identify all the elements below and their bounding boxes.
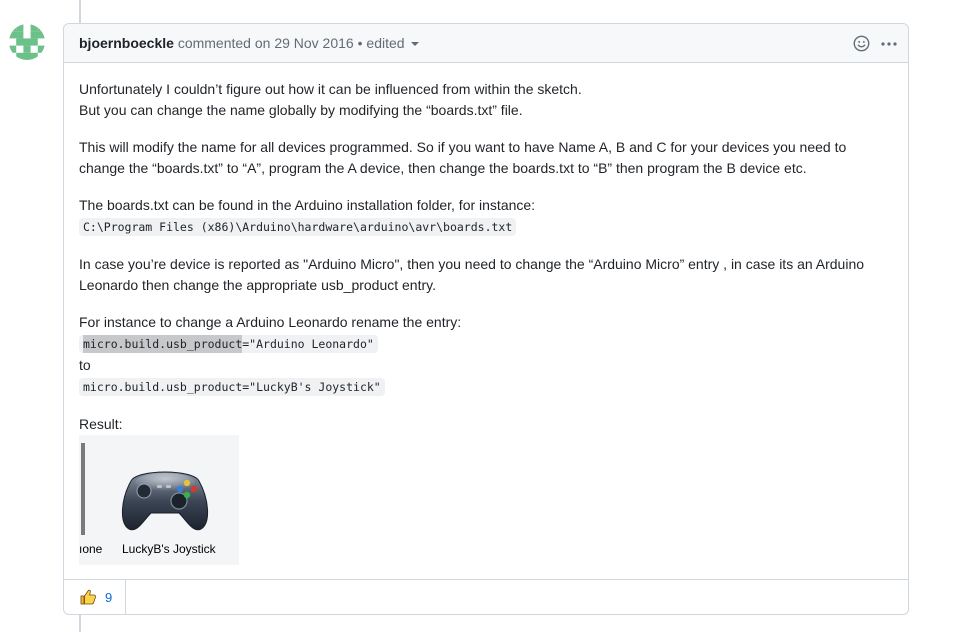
result-label: Result: xyxy=(79,416,123,432)
comment-header: bjoernboeckle commented on 29 Nov 2016 •… xyxy=(64,24,908,63)
gamepad-icon xyxy=(122,471,208,531)
result-screenshot[interactable]: ıone LuckyB's Joystick xyxy=(79,435,239,565)
reactions-bar: 9 xyxy=(64,579,908,614)
joystick-entry-code: micro.build.usb_product="LuckyB's Joysti… xyxy=(79,378,385,396)
boards-path-code: C:\Program Files (x86)\Arduino\hardware\… xyxy=(79,218,517,236)
reaction-count: 9 xyxy=(105,589,113,605)
paragraph-4: In case you’re device is reported as "Ar… xyxy=(79,256,865,293)
p1-line1: Unfortunately I couldn’t figure out how … xyxy=(79,81,582,97)
avatar[interactable] xyxy=(9,24,45,60)
p3-text: The boards.txt can be found in the Ardui… xyxy=(79,197,536,213)
thumbs-up-icon xyxy=(80,589,96,605)
separator: • xyxy=(357,35,363,51)
p5-text: For instance to change a Arduino Leonard… xyxy=(79,314,462,330)
identicon-icon xyxy=(9,24,45,60)
author-link[interactable]: bjoernboeckle xyxy=(79,35,174,51)
cut-device-label: ıone xyxy=(79,542,103,556)
to-text: to xyxy=(79,357,91,373)
edited-label: edited xyxy=(366,35,405,51)
paragraph-1: Unfortunately I couldn’t figure out how … xyxy=(79,79,893,121)
highlighted-key: micro.build.usb_product xyxy=(83,335,243,353)
comment-box: bjoernboeckle commented on 29 Nov 2016 •… xyxy=(63,23,909,615)
leonardo-entry-code: micro.build.usb_product="Arduino Leonard… xyxy=(79,335,378,353)
paragraph-5: For instance to change a Arduino Leonard… xyxy=(79,312,893,398)
device-label: LuckyB's Joystick xyxy=(122,542,216,556)
comment-body: Unfortunately I couldn’t figure out how … xyxy=(79,79,893,565)
kebab-icon[interactable] xyxy=(880,35,898,53)
comment-date[interactable]: 29 Nov 2016 xyxy=(274,35,353,51)
device-bar xyxy=(81,443,85,535)
edited-dropdown[interactable]: edited xyxy=(366,35,419,51)
smiley-icon[interactable] xyxy=(852,35,870,53)
paragraph-3: The boards.txt can be found in the Ardui… xyxy=(79,195,893,238)
caret-down-icon xyxy=(410,42,419,47)
paragraph-2: This will modify the name for all device… xyxy=(79,139,847,176)
header-actions xyxy=(852,24,898,63)
p1-line2: But you can change the name globally by … xyxy=(79,102,523,118)
leonardo-value: ="Arduino Leonardo" xyxy=(242,337,374,351)
comment-action: commented on xyxy=(177,35,271,51)
thumbs-up-reaction-button[interactable]: 9 xyxy=(64,580,126,614)
